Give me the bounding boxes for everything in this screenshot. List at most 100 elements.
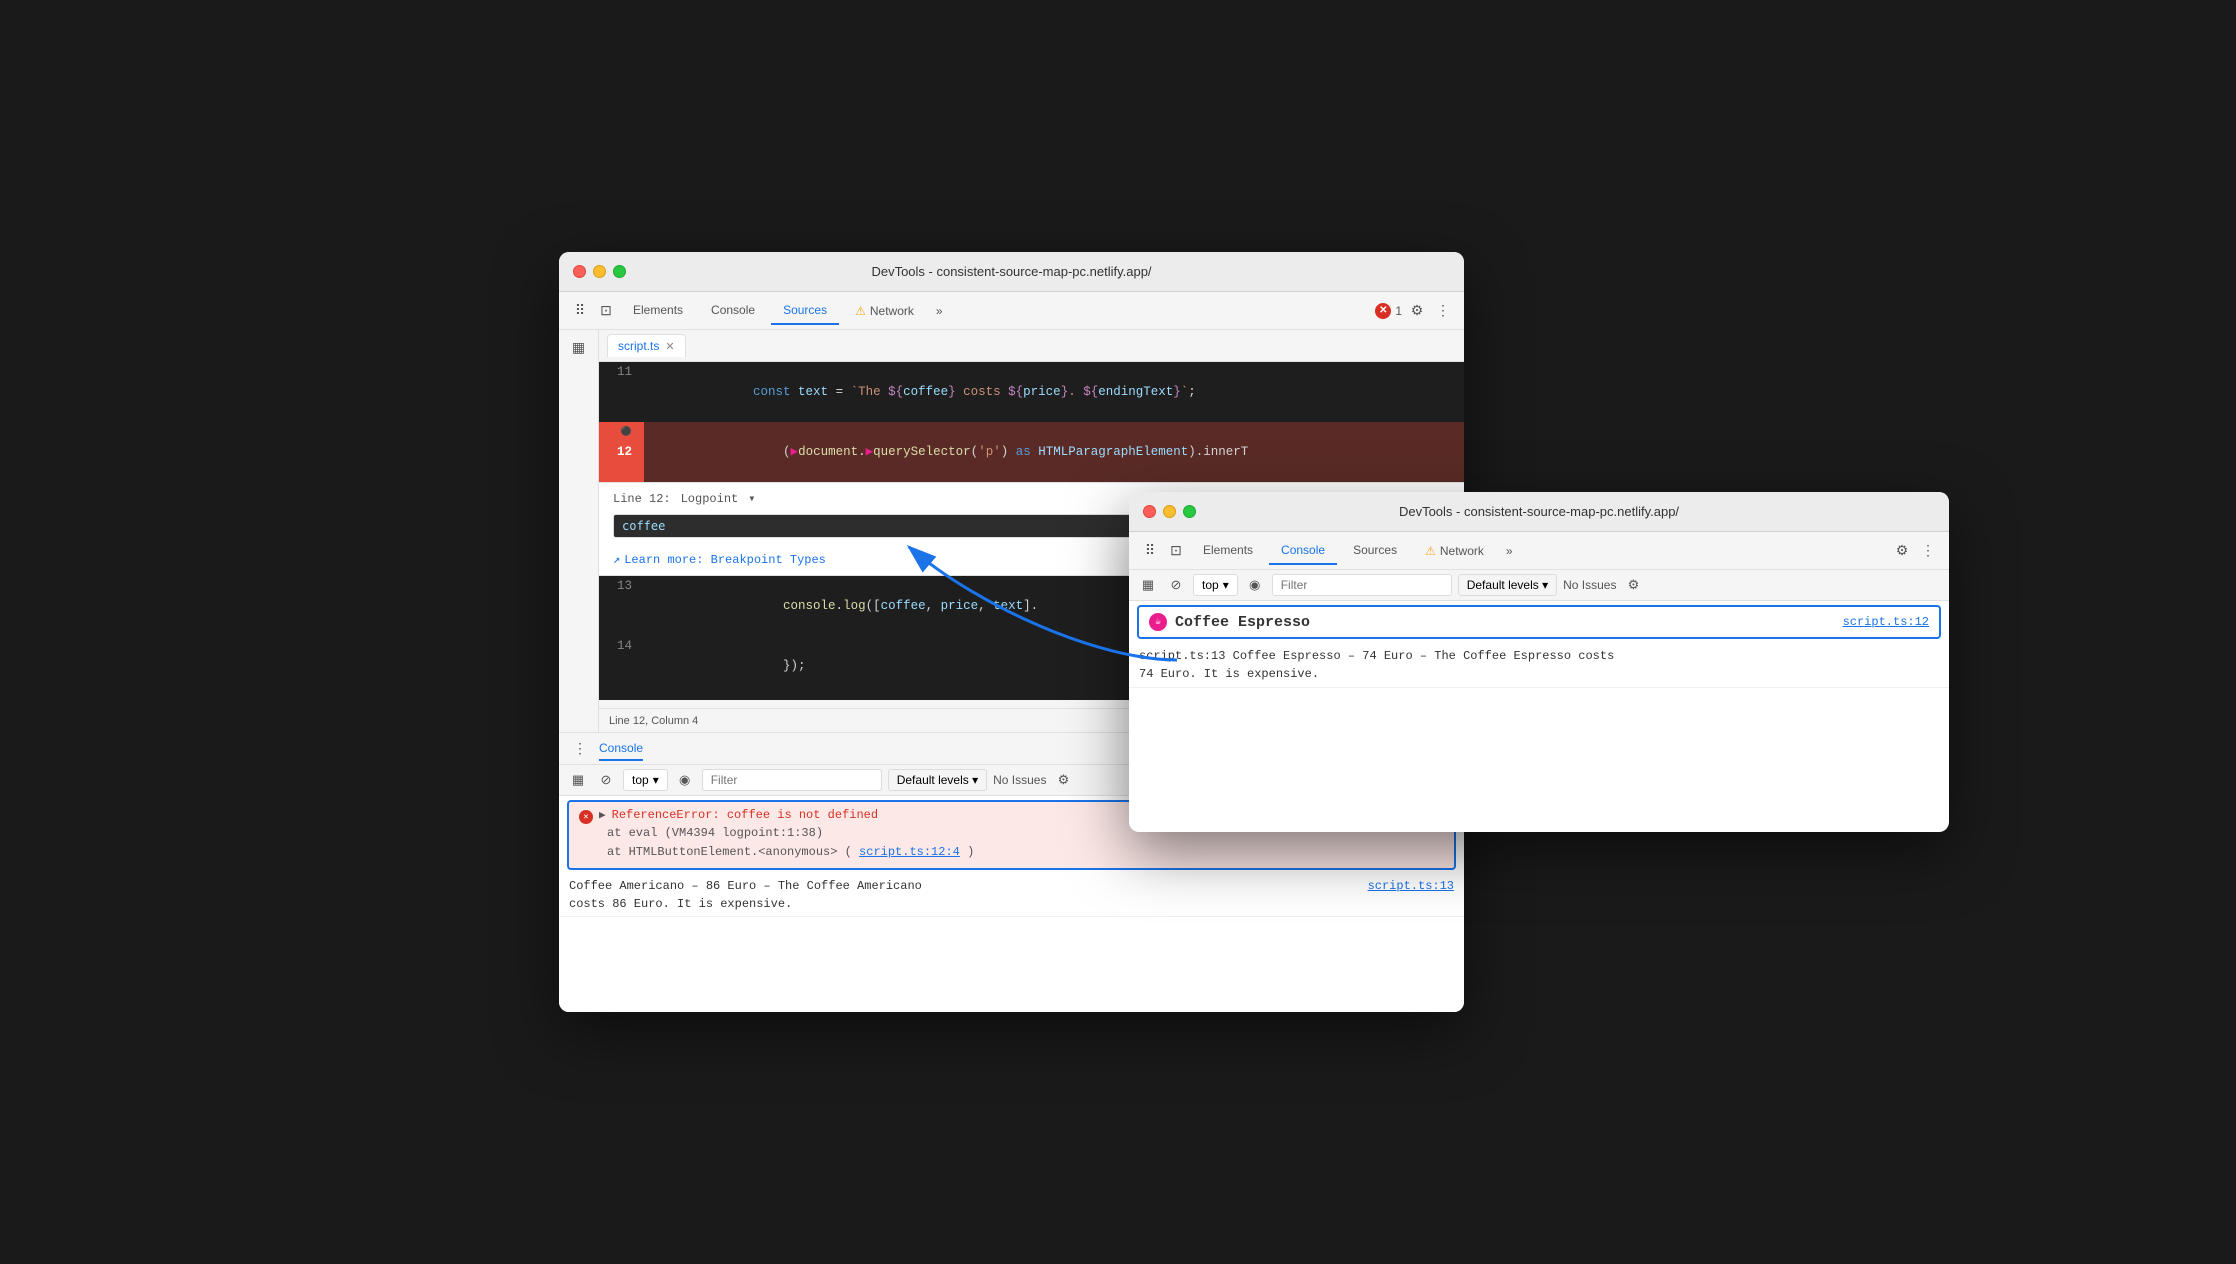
line-num-15: 15 xyxy=(599,696,644,700)
panel-left-icon-front[interactable]: ▦ xyxy=(1137,574,1159,596)
more-tabs-front[interactable]: » xyxy=(1500,540,1519,562)
log-text-americano: Coffee Americano – 86 Euro – The Coffee … xyxy=(569,879,922,911)
panel-left-icon[interactable]: ▦ xyxy=(567,769,589,791)
logpoint-type-label: Logpoint xyxy=(681,492,739,506)
line-content-12: (▶document.▶querySelector('p') as HTMLPa… xyxy=(644,422,1464,482)
code-line-12: ⚫ 12 (▶document.▶querySelector('p') as H… xyxy=(599,422,1464,482)
log-row-americano: script.ts:13 Coffee Americano – 86 Euro … xyxy=(559,874,1464,917)
tab-sources-front[interactable]: Sources xyxy=(1341,537,1409,565)
window-title-back: DevTools - consistent-source-map-pc.netl… xyxy=(871,264,1151,279)
tab-elements-front[interactable]: Elements xyxy=(1191,537,1265,565)
breakpoint-icon: ⚫ xyxy=(621,427,632,437)
logpoint-dropdown[interactable]: ▾ xyxy=(748,491,755,506)
gear-icon-back[interactable]: ⚙ xyxy=(1406,300,1428,322)
title-bar-front: DevTools - consistent-source-map-pc.netl… xyxy=(1129,492,1949,532)
second-log-link[interactable]: script.ts:13 xyxy=(1139,649,1225,663)
top-label-back: top xyxy=(632,773,649,787)
learn-more-text: Learn more: Breakpoint Types xyxy=(624,553,826,567)
filter-input-back[interactable] xyxy=(702,769,882,791)
window-title-front: DevTools - consistent-source-map-pc.netl… xyxy=(1399,504,1679,519)
levels-label-back: Default levels xyxy=(897,773,969,787)
devtools-icon-back[interactable]: ⠿ xyxy=(569,300,591,322)
eye-icon-front[interactable]: ◉ xyxy=(1244,574,1266,596)
close-button-back[interactable] xyxy=(573,265,586,278)
main-toolbar-front: ⠿ ⊡ Elements Console Sources ⚠ Network »… xyxy=(1129,532,1949,570)
error-x-icon-back: ✕ xyxy=(1375,303,1391,319)
top-label-front: top xyxy=(1202,578,1219,592)
levels-button-front[interactable]: Default levels ▾ xyxy=(1458,574,1557,596)
console-toolbar-front: ▦ ⊘ top ▾ ◉ Default levels ▾ No Issues ⚙ xyxy=(1129,570,1949,601)
maximize-button-back[interactable] xyxy=(613,265,626,278)
sidebar-toggle-icon[interactable]: ▦ xyxy=(568,336,590,358)
warning-icon-back: ⚠ xyxy=(855,304,866,318)
tab-network-label-front: Network xyxy=(1440,544,1484,558)
tab-sources-back[interactable]: Sources xyxy=(771,297,839,325)
code-line-11: 11 const text = `The ${coffee} costs ${p… xyxy=(599,362,1464,422)
second-log-row: script.ts:13 Coffee Espresso – 74 Euro –… xyxy=(1129,643,1949,688)
console-settings-icon-back[interactable]: ⚙ xyxy=(1052,769,1074,791)
maximize-button-front[interactable] xyxy=(1183,505,1196,518)
no-issues-front: No Issues xyxy=(1563,578,1616,592)
tab-console-back[interactable]: Console xyxy=(699,297,767,325)
levels-button-back[interactable]: Default levels ▾ xyxy=(888,769,987,791)
filter-input-front[interactable] xyxy=(1272,574,1452,596)
no-issues-back: No Issues xyxy=(993,773,1046,787)
minimize-button-back[interactable] xyxy=(593,265,606,278)
close-tab-icon[interactable]: ✕ xyxy=(665,340,674,353)
line-num-13: 13 xyxy=(599,576,644,636)
ban-icon-back[interactable]: ⊘ xyxy=(595,769,617,791)
line-content-11: const text = `The ${coffee} costs ${pric… xyxy=(644,362,1464,422)
error-count-back: 1 xyxy=(1395,304,1402,318)
devtools-window-front: DevTools - consistent-source-map-pc.netl… xyxy=(1129,492,1949,832)
warning-icon-front: ⚠ xyxy=(1425,544,1436,558)
tab-console-front[interactable]: Console xyxy=(1269,537,1337,565)
logpoint-line-label: Line 12: xyxy=(613,492,671,506)
eye-icon-back[interactable]: ◉ xyxy=(674,769,696,791)
dropdown-chevron-back: ▾ xyxy=(653,773,659,787)
tab-network-front[interactable]: ⚠ Network xyxy=(1413,538,1496,564)
ban-icon-front[interactable]: ⊘ xyxy=(1165,574,1187,596)
dropdown-chevron-front: ▾ xyxy=(1223,578,1229,592)
top-selector-back[interactable]: top ▾ xyxy=(623,769,668,791)
more-options-icon[interactable]: ⋮ xyxy=(569,738,591,760)
line-num-14: 14 xyxy=(599,636,644,696)
kw-const: const xyxy=(753,385,798,399)
expand-arrow-icon[interactable]: ▶ xyxy=(599,808,606,822)
tab-elements-back[interactable]: Elements xyxy=(621,297,695,325)
gear-icon-front[interactable]: ⚙ xyxy=(1891,540,1913,562)
coffee-espresso-row: ☕ Coffee Espresso script.ts:12 xyxy=(1137,605,1941,639)
editor-tab-script[interactable]: script.ts ✕ xyxy=(607,334,686,357)
console-tab-back[interactable]: Console xyxy=(599,737,643,761)
editor-tabs: script.ts ✕ xyxy=(599,330,1464,362)
file-tree: ▦ xyxy=(559,330,599,732)
more-icon-front[interactable]: ⋮ xyxy=(1917,540,1939,562)
close-button-front[interactable] xyxy=(1143,505,1156,518)
link-external-icon: ↗ xyxy=(613,552,620,567)
top-selector-front[interactable]: top ▾ xyxy=(1193,574,1238,596)
console-settings-icon-front[interactable]: ⚙ xyxy=(1622,574,1644,596)
coffee-espresso-link[interactable]: script.ts:12 xyxy=(1843,615,1929,629)
more-icon-back[interactable]: ⋮ xyxy=(1432,300,1454,322)
traffic-lights-front xyxy=(1143,505,1196,518)
line-num-11: 11 xyxy=(599,362,644,422)
line-num-12: ⚫ 12 xyxy=(599,422,644,482)
stack-line-2: at HTMLButtonElement.<anonymous> ( scrip… xyxy=(607,843,1444,862)
editor-tab-label: script.ts xyxy=(618,339,659,353)
error-badge-back[interactable]: ✕ 1 xyxy=(1375,303,1402,319)
tab-network-back[interactable]: ⚠ Network xyxy=(843,298,926,324)
coffee-icon: ☕ xyxy=(1149,613,1167,631)
main-toolbar-back: ⠿ ⊡ Elements Console Sources ⚠ Network »… xyxy=(559,292,1464,330)
inspect-icon-back[interactable]: ⊡ xyxy=(595,300,617,322)
stack-link-2[interactable]: script.ts:12:4 xyxy=(859,845,960,859)
coffee-espresso-text: Coffee Espresso xyxy=(1175,614,1835,631)
title-bar-back: DevTools - consistent-source-map-pc.netl… xyxy=(559,252,1464,292)
traffic-lights-back xyxy=(573,265,626,278)
log-link-americano[interactable]: script.ts:13 xyxy=(1368,877,1454,895)
inspect-icon-front[interactable]: ⊡ xyxy=(1165,540,1187,562)
scene: DevTools - consistent-source-map-pc.netl… xyxy=(559,252,1677,1012)
cursor-position: Line 12, Column 4 xyxy=(609,715,698,727)
minimize-button-front[interactable] xyxy=(1163,505,1176,518)
devtools-icon-front[interactable]: ⠿ xyxy=(1139,540,1161,562)
more-tabs-back[interactable]: » xyxy=(930,300,949,322)
tab-network-label-back: Network xyxy=(870,304,914,318)
